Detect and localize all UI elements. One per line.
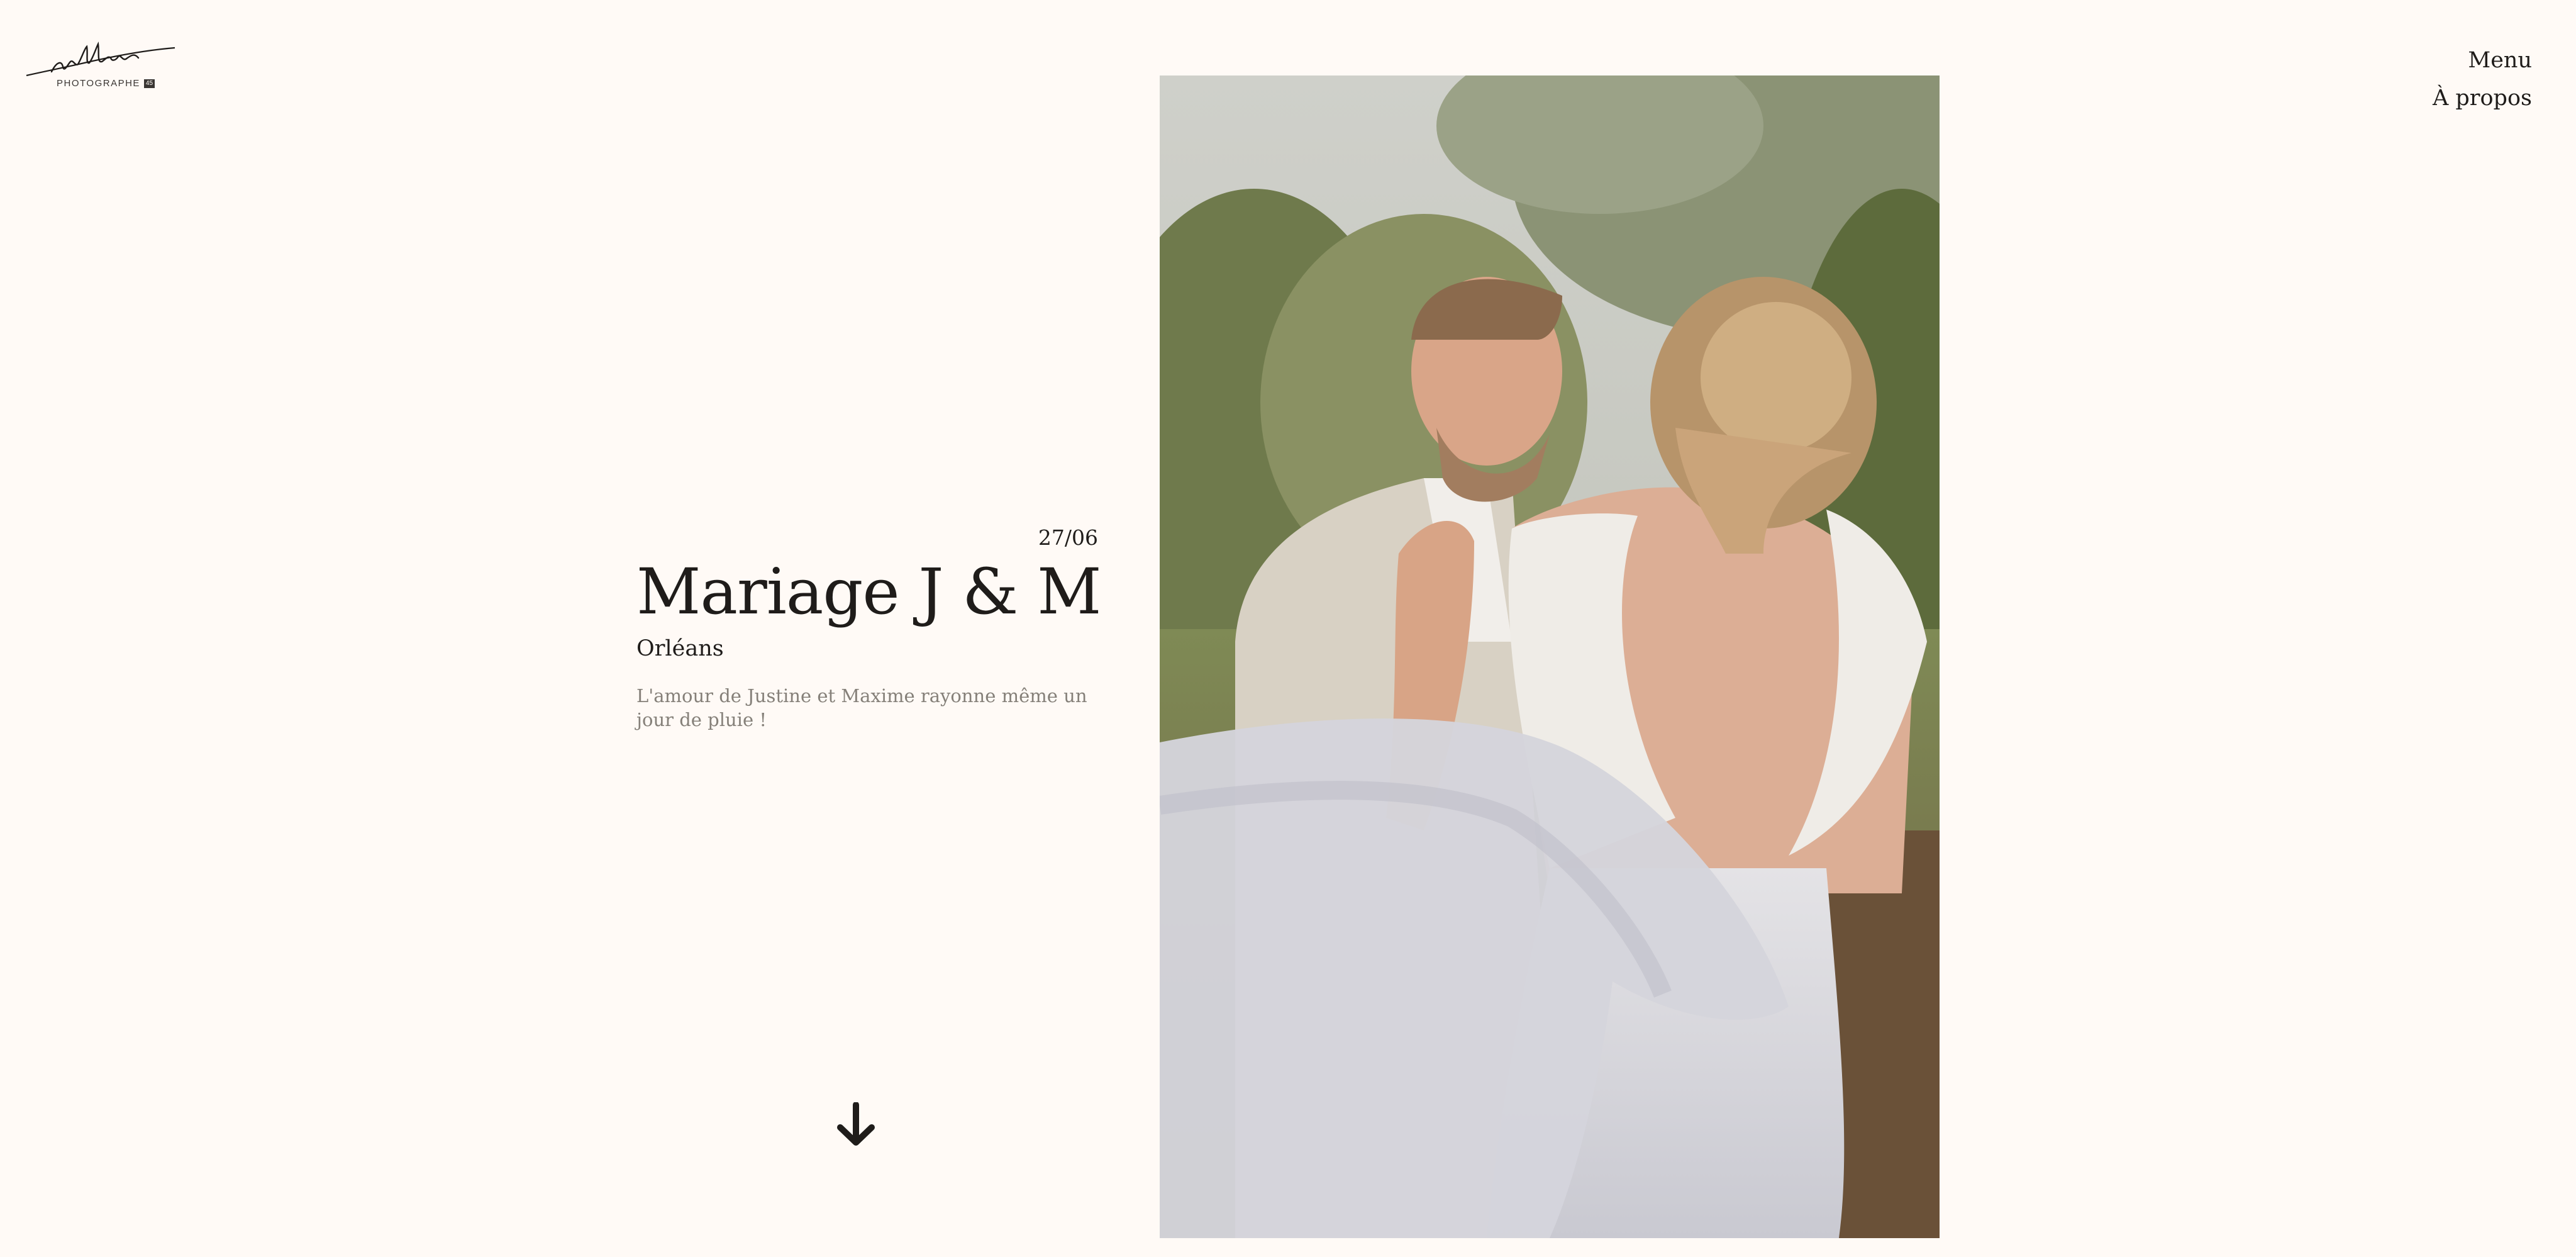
about-link[interactable]: À propos [2433, 79, 2532, 117]
logo-badge: 45 [143, 79, 155, 88]
post-title: Mariage J & M [636, 555, 1101, 628]
arrow-down-icon[interactable] [835, 1102, 877, 1148]
post-date: 27/06 [1038, 525, 1098, 550]
wedding-photo [1160, 75, 1940, 1238]
top-nav: Menu À propos [2433, 42, 2532, 117]
logo-subtitle: PHOTOGRAPHE 45 [57, 78, 155, 89]
menu-link[interactable]: Menu [2433, 42, 2532, 79]
photo-illustration [1160, 75, 1940, 1238]
logo-subtitle-text: PHOTOGRAPHE [57, 78, 140, 89]
brand-logo[interactable]: PHOTOGRAPHE 45 [24, 39, 178, 99]
post-location: Orléans [636, 636, 724, 661]
post-description: L'amour de Justine et Maxime rayonne mêm… [636, 685, 1087, 730]
